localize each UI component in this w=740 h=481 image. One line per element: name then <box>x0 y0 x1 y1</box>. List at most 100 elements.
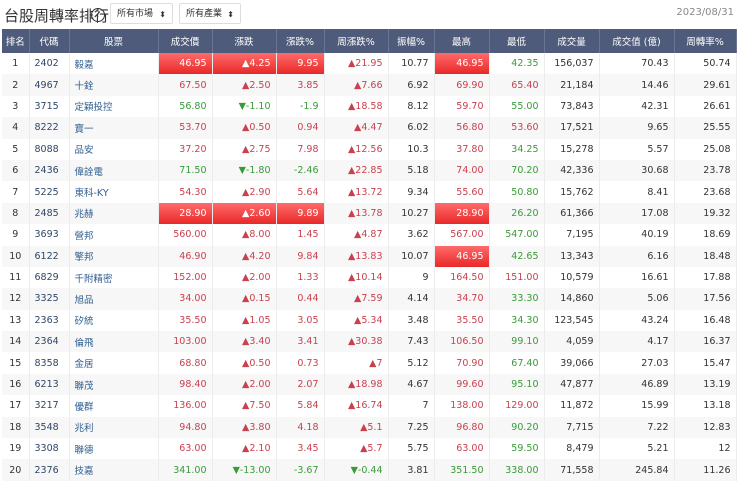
cell-volume: 156,037 <box>544 53 600 75</box>
cell-low: 90.20 <box>489 416 545 439</box>
column-header-turnover[interactable]: 周轉率% <box>674 29 737 53</box>
table-row[interactable]: 15 8358 金居 68.80 ▲0.50 0.73 ▲7 5.12 70.90 67.40 39… <box>2 352 737 374</box>
column-header-change[interactable]: 漲跌 <box>212 29 277 53</box>
column-header-price[interactable]: 成交價 <box>158 29 213 53</box>
cell-code[interactable]: 3693 <box>29 224 70 246</box>
cell-change: ▲2.10 <box>212 438 277 460</box>
cell-code[interactable]: 8222 <box>29 117 70 139</box>
cell-stock[interactable]: 毅嘉 <box>69 53 159 75</box>
table-row[interactable]: 9 3693 營邦 560.00 ▲8.00 1.45 ▲4.87 3.62 567.00 547… <box>2 224 737 246</box>
cell-high: 567.00 <box>434 224 490 246</box>
cell-volume: 7,195 <box>544 224 600 246</box>
table-row[interactable]: 14 2364 倫飛 103.00 ▲3.40 3.41 ▲30.38 7.43 106.50 9… <box>2 331 737 353</box>
market-filter-select[interactable]: 所有市場 ⬍ <box>110 3 173 24</box>
cell-stock[interactable]: 十銓 <box>69 74 159 96</box>
column-header-value[interactable]: 成交值 (億) <box>599 29 675 53</box>
cell-rank: 12 <box>2 288 30 310</box>
cell-change-pct: 5.84 <box>276 395 325 417</box>
cell-code[interactable]: 3325 <box>29 288 70 310</box>
cell-code[interactable]: 5225 <box>29 181 70 203</box>
table-row[interactable]: 16 6213 聯茂 98.40 ▲2.00 2.07 ▲18.98 4.67 99.60 95.… <box>2 373 737 396</box>
cell-stock[interactable]: 倫飛 <box>69 331 159 353</box>
cell-stock[interactable]: 營邦 <box>69 224 159 246</box>
cell-change-pct: -2.46 <box>276 159 325 182</box>
cell-stock[interactable]: 偉詮電 <box>69 159 159 182</box>
cell-low: 55.00 <box>489 95 545 118</box>
cell-week-change-pct: ▲30.38 <box>324 331 389 353</box>
cell-code[interactable]: 2402 <box>29 53 70 75</box>
cell-stock[interactable]: 兆赫 <box>69 202 159 225</box>
table-row[interactable]: 19 3308 聯德 63.00 ▲2.10 3.45 ▲5.7 5.75 63.00 59.50… <box>2 438 737 460</box>
cell-week-change-pct: ▲22.85 <box>324 159 389 182</box>
cell-change: ▲2.50 <box>212 74 277 96</box>
table-row[interactable]: 5 8088 品安 37.20 ▲2.75 7.98 ▲12.56 10.3 37.80 34.2… <box>2 138 737 160</box>
cell-code[interactable]: 3715 <box>29 95 70 118</box>
table-row[interactable]: 10 6122 擎邦 46.90 ▲4.20 9.84 ▲13.83 10.07 46.95 42… <box>2 245 737 267</box>
cell-low: 129.00 <box>489 395 545 417</box>
cell-turnover: 12 <box>674 438 737 460</box>
column-header-week-change-pct[interactable]: 周漲跌% <box>324 29 389 53</box>
cell-code[interactable]: 6213 <box>29 373 70 396</box>
cell-stock[interactable]: 品安 <box>69 138 159 160</box>
cell-stock[interactable]: 金居 <box>69 352 159 374</box>
column-header-stock[interactable]: 股票 <box>69 29 159 53</box>
cell-change: ▲1.05 <box>212 309 277 332</box>
table-row[interactable]: 2 4967 十銓 67.50 ▲2.50 3.85 ▲7.66 6.92 69.90 65.40… <box>2 74 737 96</box>
cell-stock[interactable]: 優群 <box>69 395 159 417</box>
cell-stock[interactable]: 旭品 <box>69 288 159 310</box>
column-header-amplitude[interactable]: 振幅% <box>388 29 435 53</box>
cell-high: 99.60 <box>434 373 490 396</box>
table-row[interactable]: 1 2402 毅嘉 46.95 ▲4.25 9.95 ▲21.95 10.77 46.95 42.… <box>2 53 737 75</box>
cell-code[interactable]: 8088 <box>29 138 70 160</box>
column-header-change-pct[interactable]: 漲跌% <box>276 29 325 53</box>
column-header-high[interactable]: 最高 <box>434 29 490 53</box>
cell-code[interactable]: 3308 <box>29 438 70 460</box>
industry-filter-select[interactable]: 所有產業 ⬍ <box>179 3 241 24</box>
cell-code[interactable]: 2436 <box>29 159 70 182</box>
column-header-volume[interactable]: 成交量 <box>544 29 600 53</box>
table-row[interactable]: 11 6829 千附精密 152.00 ▲2.00 1.33 ▲10.14 9 164.50 15… <box>2 266 737 289</box>
cell-amplitude: 7.25 <box>388 416 435 439</box>
table-row[interactable]: 17 3217 優群 136.00 ▲7.50 5.84 ▲16.74 7 138.00 129.… <box>2 395 737 417</box>
cell-stock[interactable]: 千附精密 <box>69 266 159 289</box>
cell-code[interactable]: 3548 <box>29 416 70 439</box>
table-row[interactable]: 6 2436 偉詮電 71.50 ▼-1.80 -2.46 ▲22.85 5.18 74.00 7… <box>2 159 737 182</box>
table-row[interactable]: 3 3715 定穎投控 56.80 ▼-1.10 -1.9 ▲18.58 8.12 59.70 5… <box>2 95 737 118</box>
cell-stock[interactable]: 東科-KY <box>69 181 159 203</box>
cell-stock[interactable]: 聯茂 <box>69 373 159 396</box>
cell-stock[interactable]: 擎邦 <box>69 245 159 267</box>
table-row[interactable]: 13 2363 矽統 35.50 ▲1.05 3.05 ▲5.34 3.48 35.50 34.3… <box>2 309 737 332</box>
cell-price: 35.50 <box>158 309 213 332</box>
table-row[interactable]: 7 5225 東科-KY 54.30 ▲2.90 5.64 ▲13.72 9.34 55.60 5… <box>2 181 737 203</box>
cell-stock[interactable]: 矽統 <box>69 309 159 332</box>
cell-code[interactable]: 2363 <box>29 309 70 332</box>
cell-change-pct: 1.33 <box>276 266 325 289</box>
cell-amplitude: 5.75 <box>388 438 435 460</box>
cell-code[interactable]: 3217 <box>29 395 70 417</box>
table-row[interactable]: 8 2485 兆赫 28.90 ▲2.60 9.89 ▲13.78 10.27 28.90 26.… <box>2 202 737 225</box>
cell-price: 46.90 <box>158 245 213 267</box>
cell-stock[interactable]: 定穎投控 <box>69 95 159 118</box>
table-row[interactable]: 18 3548 兆利 94.80 ▲3.80 4.18 ▲5.1 7.25 96.80 90.20… <box>2 416 737 439</box>
cell-stock[interactable]: 聯德 <box>69 438 159 460</box>
table-row[interactable]: 12 3325 旭品 34.00 ▲0.15 0.44 ▲7.59 4.14 34.70 33.3… <box>2 288 737 310</box>
cell-high: 63.00 <box>434 438 490 460</box>
cell-amplitude: 10.3 <box>388 138 435 160</box>
column-header-code[interactable]: 代碼 <box>29 29 70 53</box>
cell-code[interactable]: 6122 <box>29 245 70 267</box>
cell-change: ▲3.40 <box>212 331 277 353</box>
column-header-low[interactable]: 最低 <box>489 29 545 53</box>
cell-code[interactable]: 2364 <box>29 331 70 353</box>
help-icon[interactable]: ? <box>91 8 105 22</box>
cell-stock[interactable]: 寶一 <box>69 117 159 139</box>
table-row[interactable]: 4 8222 寶一 53.70 ▲0.50 0.94 ▲4.47 6.02 56.80 53.60… <box>2 117 737 139</box>
cell-code[interactable]: 2485 <box>29 202 70 225</box>
cell-stock[interactable]: 兆利 <box>69 416 159 439</box>
cell-change-pct: 1.45 <box>276 224 325 246</box>
market-filter-value: 所有市場 <box>117 9 154 19</box>
column-header-rank[interactable]: 排名 <box>2 29 30 53</box>
cell-code[interactable]: 6829 <box>29 266 70 289</box>
cell-change-pct: 3.85 <box>276 74 325 96</box>
cell-code[interactable]: 4967 <box>29 74 70 96</box>
cell-code[interactable]: 8358 <box>29 352 70 374</box>
